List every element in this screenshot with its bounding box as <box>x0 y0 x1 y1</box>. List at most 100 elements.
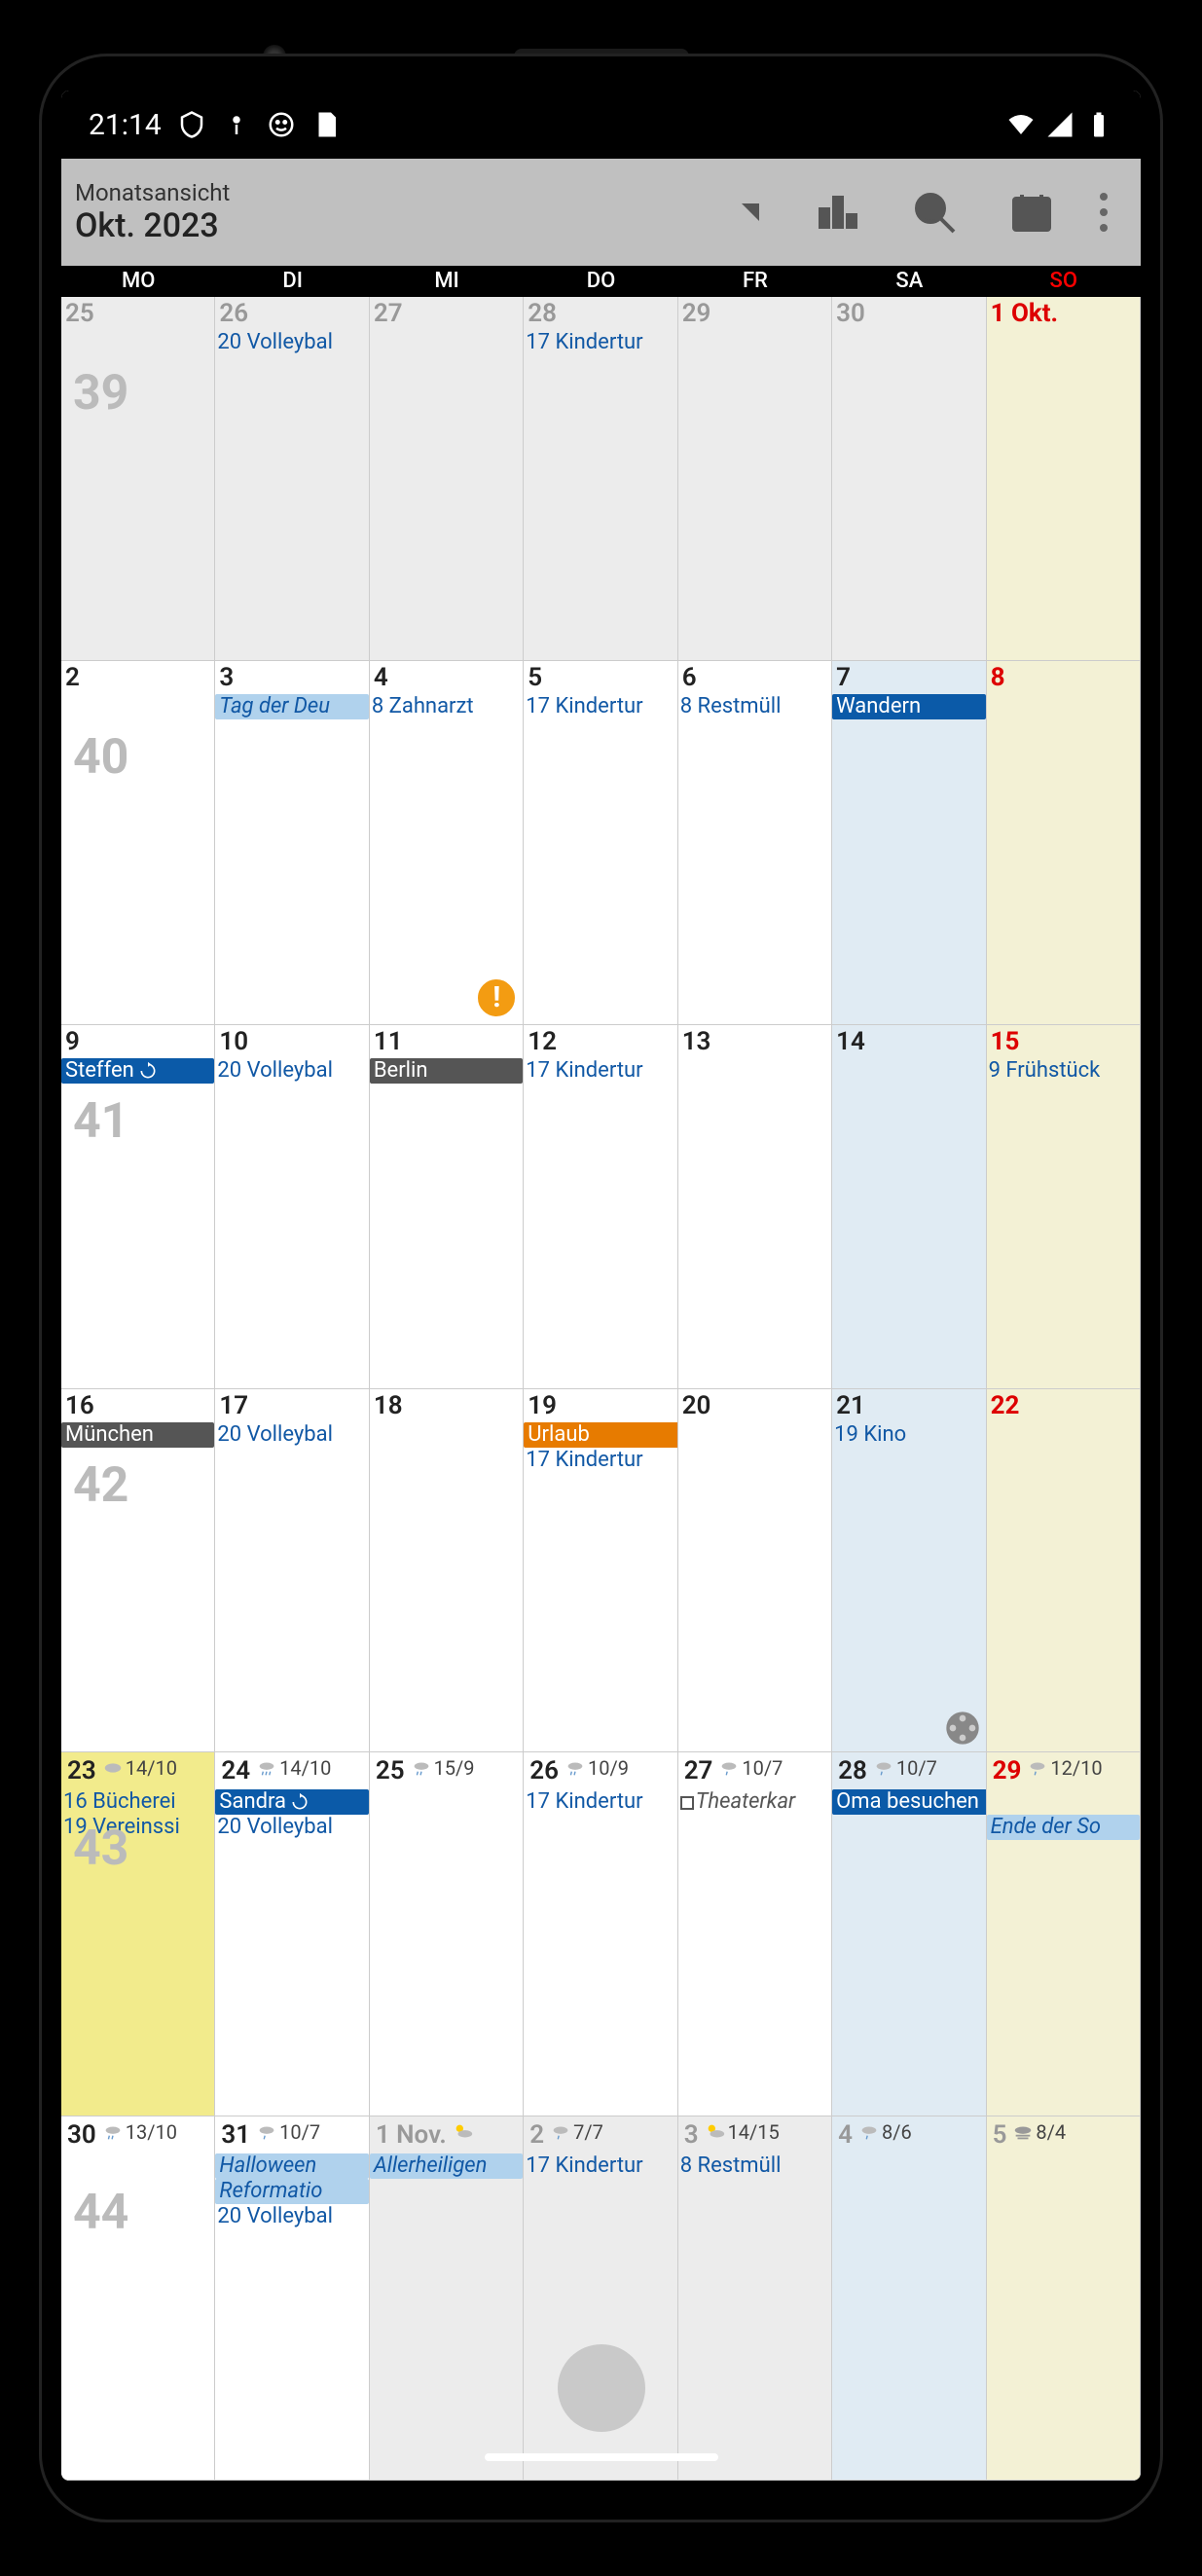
day-cell[interactable]: 48/6 <box>832 2116 986 2481</box>
day-cell[interactable]: 22 <box>987 1389 1141 1753</box>
day-cell[interactable]: 12 17 Kindertur <box>524 1025 677 1389</box>
day-cell[interactable]: 1 Okt. <box>987 297 1141 661</box>
event[interactable]: 17 Kindertur <box>524 694 676 719</box>
day-number: 31 <box>217 2118 254 2152</box>
event-allday[interactable]: München <box>61 1422 214 1448</box>
day-cell[interactable]: 19 Urlaub 17 Kindertur <box>524 1389 677 1753</box>
day-cell[interactable]: 9 Steffen 41 <box>61 1025 215 1389</box>
event[interactable]: 20 Volleybal <box>215 1422 368 1448</box>
event[interactable]: 20 Volleybal <box>215 330 368 355</box>
event-holiday[interactable]: Ende der So <box>987 1815 1140 1840</box>
event[interactable]: 17 Kindertur <box>524 1789 676 1815</box>
event[interactable]: 17 Kindertur <box>524 330 676 355</box>
day-cell[interactable]: 8 <box>987 661 1141 1025</box>
day-cell[interactable]: 16 München 42 <box>61 1389 215 1753</box>
search-button[interactable] <box>886 164 983 261</box>
day-cell[interactable]: 58/4 <box>987 2116 1141 2481</box>
day-number: 13 <box>678 1025 715 1058</box>
day-number: 9 <box>61 1025 84 1058</box>
event[interactable]: 20 Volleybal <box>215 1815 368 1840</box>
event[interactable]: 19 Kino <box>832 1422 985 1448</box>
week-number: 39 <box>73 365 128 422</box>
overflow-menu-button[interactable] <box>1080 193 1127 232</box>
event[interactable]: 8 Restmüll <box>678 694 831 719</box>
day-cell-today[interactable]: 2314/10 16 Bücherei 19 Vereinssi 43 <box>61 1752 215 2116</box>
day-number: 5 <box>524 661 546 694</box>
day-cell[interactable]: 11 Berlin <box>370 1025 524 1389</box>
day-cell[interactable]: 2 40 <box>61 661 215 1025</box>
day-cell[interactable]: 2710/7 Theaterkar <box>678 1752 832 2116</box>
day-cell[interactable]: 2610/9 17 Kindertur <box>524 1752 677 2116</box>
day-cell[interactable]: 28 17 Kindertur <box>524 297 677 661</box>
event-holiday[interactable]: Allerheiligen <box>370 2153 523 2179</box>
event[interactable]: 20 Volleybal <box>215 2204 368 2229</box>
day-cell[interactable]: 25 39 <box>61 297 215 661</box>
day-cell[interactable]: 13 <box>678 1025 832 1389</box>
event-allday[interactable]: Urlaub <box>524 1422 677 1448</box>
weather-rain-icon: 14/10 <box>256 1756 331 1780</box>
alert-icon[interactable]: ! <box>476 977 517 1018</box>
day-cell[interactable]: 2515/9 <box>370 1752 524 2116</box>
event-allday[interactable]: Steffen <box>61 1058 214 1084</box>
event-allday[interactable]: Oma besuchen <box>832 1789 986 1815</box>
day-cell[interactable]: 17 20 Volleybal <box>215 1389 369 1753</box>
event-holiday[interactable]: Reformatio <box>215 2179 368 2204</box>
day-cell[interactable]: 5 17 Kindertur <box>524 661 677 1025</box>
event[interactable]: 17 Kindertur <box>524 1448 676 1473</box>
event[interactable]: 9 Frühstück <box>987 1058 1140 1084</box>
day-cell[interactable]: 7 Wandern <box>832 661 986 1025</box>
day-number: 25 <box>372 1754 409 1787</box>
status-bar: 21:14 <box>61 91 1141 159</box>
day-cell[interactable]: 2414/10 Sandra 20 Volleybal <box>215 1752 369 2116</box>
day-number: 23 <box>63 1754 100 1787</box>
event[interactable]: 17 Kindertur <box>524 1058 676 1084</box>
day-number: 28 <box>524 297 561 330</box>
day-cell[interactable]: 18 <box>370 1389 524 1753</box>
day-cell[interactable]: 6 8 Restmüll <box>678 661 832 1025</box>
day-number: 29 <box>989 1754 1026 1787</box>
day-cell[interactable]: 3 Tag der Deu <box>215 661 369 1025</box>
day-cell[interactable]: 2810/7 Oma besuchen <box>832 1752 986 2116</box>
event-holiday[interactable]: Halloween <box>215 2153 368 2179</box>
event-task[interactable]: Theaterkar <box>678 1789 831 1815</box>
day-number: 30 <box>832 297 869 330</box>
day-number: 10 <box>215 1025 252 1058</box>
day-cell[interactable]: 27 <box>370 297 524 661</box>
day-cell[interactable]: 1 Nov. Allerheiligen <box>370 2116 524 2481</box>
day-cell[interactable]: 2912/10 Ende der So <box>987 1752 1141 2116</box>
dropdown-triangle-icon[interactable] <box>742 203 759 221</box>
day-cell[interactable]: 21 19 Kino <box>832 1389 986 1753</box>
day-cell[interactable]: 4 8 Zahnarzt ! <box>370 661 524 1025</box>
event[interactable]: 20 Volleybal <box>215 1058 368 1084</box>
day-cell[interactable]: 3013/10 44 <box>61 2116 215 2481</box>
week-number: 44 <box>73 2185 128 2241</box>
day-cell[interactable]: 30 <box>832 297 986 661</box>
phone-frame: 21:14 Monatsansicht Okt. 2023 <box>0 0 1202 2576</box>
view-selector[interactable]: Monatsansicht Okt. 2023 <box>75 179 742 245</box>
weather-rain-icon: 7/7 <box>550 2120 603 2144</box>
event-holiday[interactable]: Tag der Deu <box>215 694 368 719</box>
nav-bar[interactable] <box>485 2453 718 2461</box>
event-allday[interactable]: Sandra <box>215 1789 368 1815</box>
day-cell[interactable]: 3110/7 Halloween Reformatio 20 Volleybal <box>215 2116 369 2481</box>
event[interactable]: 8 Restmüll <box>678 2153 831 2179</box>
day-cell[interactable]: 10 20 Volleybal <box>215 1025 369 1389</box>
nav-home-indicator[interactable] <box>558 2344 645 2432</box>
event[interactable]: 8 Zahnarzt <box>370 694 523 719</box>
day-number: 24 <box>217 1754 254 1787</box>
stats-button[interactable] <box>788 164 886 261</box>
day-cell[interactable]: 314/15 8 Restmüll <box>678 2116 832 2481</box>
today-button[interactable] <box>983 164 1080 261</box>
checkbox-icon[interactable] <box>680 1796 694 1810</box>
event[interactable]: 17 Kindertur <box>524 2153 676 2179</box>
week-number: 43 <box>73 1821 128 1877</box>
day-cell[interactable]: 14 <box>832 1025 986 1389</box>
day-cell[interactable]: 15 9 Frühstück <box>987 1025 1141 1389</box>
weather-partly-icon <box>453 2121 474 2143</box>
event[interactable]: 16 Bücherei <box>61 1789 214 1815</box>
day-cell[interactable]: 26 20 Volleybal <box>215 297 369 661</box>
event-allday[interactable]: Wandern <box>832 694 985 719</box>
day-cell[interactable]: 29 <box>678 297 832 661</box>
day-cell[interactable]: 20 <box>678 1389 832 1753</box>
event-allday[interactable]: Berlin <box>370 1058 523 1084</box>
